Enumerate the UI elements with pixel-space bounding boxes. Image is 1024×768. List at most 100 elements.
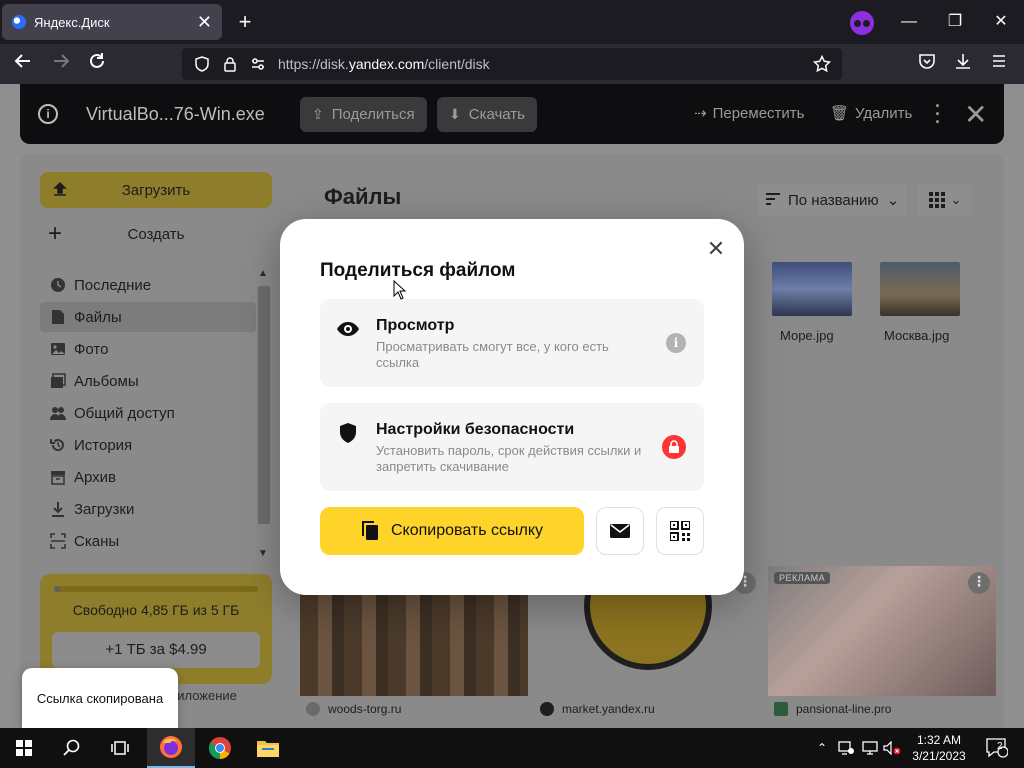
- dialog-title: Поделиться файлом: [320, 260, 516, 281]
- minimize-button[interactable]: —: [886, 8, 932, 36]
- lock-icon[interactable]: [662, 435, 686, 459]
- new-tab-button[interactable]: +: [232, 9, 258, 35]
- pocket-button[interactable]: [912, 50, 942, 78]
- browser-tab[interactable]: Яндекс.Диск ✕: [2, 4, 222, 40]
- sidebar-item-recent[interactable]: Последние: [40, 270, 256, 300]
- file-thumbnail-moscow[interactable]: [880, 262, 960, 316]
- chevron-down-icon: ⌄: [950, 192, 962, 207]
- upload-button[interactable]: Загрузить: [40, 172, 272, 208]
- back-button[interactable]: [8, 50, 38, 78]
- close-tab-icon[interactable]: ✕: [197, 13, 212, 31]
- close-viewer-icon[interactable]: ✕: [964, 98, 987, 131]
- sidebar-item-downloads[interactable]: Загрузки: [40, 494, 256, 524]
- scrollbar-thumb[interactable]: [258, 286, 270, 524]
- view-mode-toggle[interactable]: ⌄: [918, 184, 972, 216]
- share-label: Поделиться: [331, 106, 415, 123]
- page-title: Файлы: [324, 184, 402, 209]
- notification-count: 2: [997, 741, 1003, 752]
- copy-link-button[interactable]: Скопировать ссылку: [320, 507, 584, 555]
- ad-card[interactable]: РЕКЛАМА ⋮ pansionat-line.pro: [768, 566, 996, 726]
- taskbar-file-explorer[interactable]: [244, 728, 292, 768]
- taskbar-firefox[interactable]: [147, 728, 195, 768]
- sidebar-item-history[interactable]: История: [40, 430, 256, 460]
- clock-date: 3/21/2023: [912, 749, 966, 763]
- email-share-button[interactable]: [596, 507, 644, 555]
- scan-icon: [50, 533, 66, 549]
- download-icon: ⬇: [449, 106, 461, 122]
- ad-footer[interactable]: woods-torg.ru: [306, 702, 401, 716]
- network-icon[interactable]: [836, 728, 856, 768]
- delete-button[interactable]: 🗑 Удалить: [830, 104, 912, 123]
- restore-button[interactable]: ❐: [932, 8, 978, 36]
- sidebar-item-albums[interactable]: Альбомы: [40, 366, 256, 396]
- sidebar-scrollbar[interactable]: ▲ ▼: [256, 268, 270, 562]
- sidebar-item-files[interactable]: Файлы: [40, 302, 256, 332]
- file-thumbnail-sea[interactable]: [772, 262, 852, 316]
- clock-time: 1:32 AM: [916, 733, 962, 747]
- download-button[interactable]: ⬇ Скачать: [437, 97, 537, 132]
- url-text: https://disk.yandex.com/client/disk: [278, 56, 490, 72]
- desktop-app-link[interactable]: риложение: [170, 688, 237, 703]
- bookmark-star-icon[interactable]: [810, 52, 834, 76]
- show-hidden-icons[interactable]: ⌃: [812, 728, 832, 768]
- create-label: Создать: [127, 225, 185, 243]
- move-button[interactable]: ⇢ Переместить: [694, 104, 805, 123]
- permissions-icon[interactable]: [246, 52, 270, 76]
- close-dialog-icon[interactable]: ✕: [704, 237, 728, 261]
- qr-code-icon: [670, 521, 690, 541]
- more-options-icon[interactable]: · · ·: [935, 97, 941, 131]
- view-access-option[interactable]: Просмотр Просматривать смогут все, у ког…: [320, 299, 704, 387]
- shield-icon: [340, 423, 356, 443]
- move-label: Переместить: [712, 104, 805, 122]
- history-icon: [50, 437, 66, 453]
- taskbar-chrome[interactable]: [196, 728, 244, 768]
- pocket-icon: [919, 54, 935, 69]
- tracking-shield-icon[interactable]: [190, 52, 214, 76]
- sidebar-item-photo[interactable]: Фото: [40, 334, 256, 364]
- sidebar-item-archive[interactable]: Архив: [40, 462, 256, 492]
- scroll-up-icon[interactable]: ▲: [258, 268, 268, 279]
- option-title: Просмотр: [376, 317, 455, 334]
- volume-muted-icon[interactable]: [882, 728, 902, 768]
- address-bar[interactable]: https://disk.yandex.com/client/disk: [182, 48, 842, 80]
- scroll-down-icon[interactable]: ▼: [258, 548, 268, 559]
- search-button[interactable]: [48, 728, 96, 768]
- more-options-icon[interactable]: ⋮: [968, 572, 990, 594]
- menu-button[interactable]: [984, 50, 1014, 78]
- reload-button[interactable]: [82, 50, 112, 78]
- ad-footer[interactable]: pansionat-line.pro: [774, 702, 891, 716]
- sort-label: По названию: [788, 191, 879, 209]
- storage-progress-bar: [54, 586, 258, 592]
- sidebar-item-scans[interactable]: Сканы: [40, 526, 256, 556]
- mouse-cursor-icon: [393, 280, 407, 300]
- info-icon[interactable]: i: [38, 104, 58, 124]
- security-settings-option[interactable]: Настройки безопасности Установить пароль…: [320, 403, 704, 491]
- file-viewer-toolbar: i VirtualBo...76-Win.exe ⇪ Поделиться ⬇ …: [20, 84, 1004, 144]
- eye-icon: [337, 322, 359, 336]
- qr-code-button[interactable]: [656, 507, 704, 555]
- share-button[interactable]: ⇪ Поделиться: [300, 97, 427, 132]
- start-button[interactable]: [0, 728, 48, 768]
- sidebar-item-shared[interactable]: Общий доступ: [40, 398, 256, 428]
- info-icon[interactable]: i: [666, 333, 686, 353]
- ad-image-pansionat[interactable]: [768, 566, 996, 696]
- lock-icon[interactable]: [218, 52, 242, 76]
- notifications-button[interactable]: 2: [982, 728, 1012, 768]
- share-file-dialog: Поделиться файлом ✕ Просмотр Просматрива…: [280, 219, 744, 595]
- grid-icon: [928, 192, 945, 208]
- close-window-button[interactable]: ✕: [978, 8, 1024, 36]
- yandex-disk-favicon: [12, 15, 26, 29]
- display-icon[interactable]: [860, 728, 880, 768]
- photo-icon: [50, 341, 66, 357]
- sort-dropdown[interactable]: По названию ⌄: [758, 184, 908, 216]
- downloads-button[interactable]: [948, 50, 978, 78]
- taskbar-clock[interactable]: 1:32 AM 3/21/2023: [904, 732, 974, 764]
- task-view-button[interactable]: [96, 728, 144, 768]
- create-button[interactable]: + Создать: [40, 216, 272, 252]
- buy-storage-button[interactable]: +1 ТБ за $4.99: [52, 632, 260, 668]
- task-view-icon: [111, 741, 129, 755]
- file-name[interactable]: Москва.jpg: [884, 328, 949, 343]
- file-name[interactable]: Море.jpg: [780, 328, 834, 343]
- forward-button[interactable]: [46, 50, 76, 78]
- ad-footer[interactable]: market.yandex.ru: [540, 702, 655, 716]
